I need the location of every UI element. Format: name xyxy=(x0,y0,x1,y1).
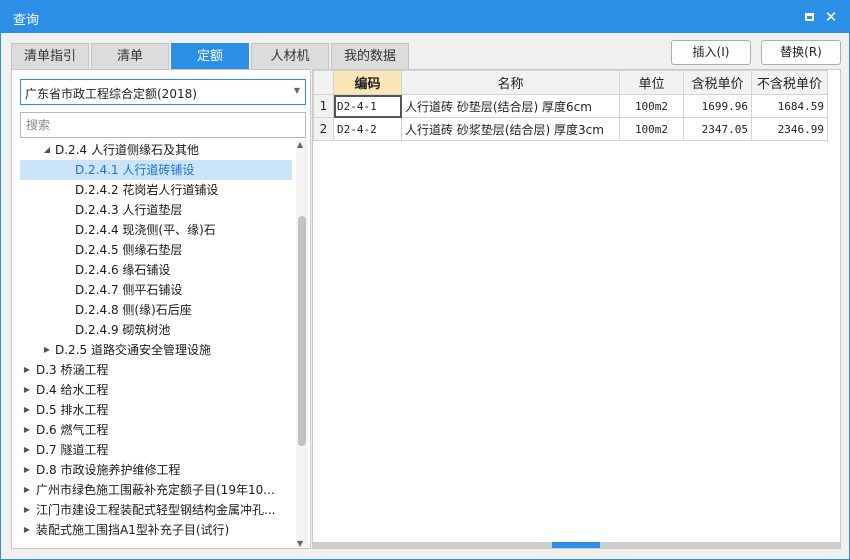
maximize-icon[interactable] xyxy=(801,9,817,25)
chevron-down-icon[interactable]: ▼ xyxy=(294,86,300,95)
tree-scrollbar[interactable]: ▲ ▼ xyxy=(296,140,308,548)
tree-node[interactable]: ▶ D.6 燃气工程 xyxy=(20,420,292,440)
code-cell[interactable]: D2-4-1 xyxy=(333,94,402,118)
quota-library-select[interactable]: 广东省市政工程综合定额(2018) ▼ xyxy=(20,79,306,105)
library-tree-panel: 广东省市政工程综合定额(2018) ▼ ◢ D.2.4 人行道侧缘石及其他 D.… xyxy=(11,69,311,549)
column-header-name[interactable]: 名称 xyxy=(401,70,620,95)
close-icon[interactable]: ✕ xyxy=(823,9,839,25)
scroll-down-icon[interactable]: ▼ xyxy=(297,539,303,548)
triangle-down-icon[interactable]: ◢ xyxy=(42,140,52,160)
tree-node[interactable]: ▶ 装配式施工围挡A1型补充子目(试行) xyxy=(20,520,292,540)
tree-node[interactable]: ◢ D.2.4 人行道侧缘石及其他 xyxy=(20,140,292,160)
row-number: 2 xyxy=(313,117,334,141)
code-cell[interactable]: D2-4-2 xyxy=(333,117,402,141)
triangle-right-icon[interactable]: ▶ xyxy=(22,380,32,400)
column-header-price-notax[interactable]: 不含税单价 xyxy=(751,70,828,95)
triangle-right-icon[interactable]: ▶ xyxy=(22,360,32,380)
replace-button[interactable]: 替换(R) xyxy=(761,40,841,65)
query-dialog: 查询 ✕ 清单指引 清单 定额 人材机 我的数据 插入(I) 替换(R) 广东省… xyxy=(0,0,850,560)
column-header-price-tax[interactable]: 含税单价 xyxy=(683,70,752,95)
tab-labor-material-machine[interactable]: 人材机 xyxy=(251,43,329,69)
tab-bill-guide[interactable]: 清单指引 xyxy=(11,43,89,69)
tab-bill[interactable]: 清单 xyxy=(91,43,169,69)
tree-node[interactable]: D.2.4.6 缘石铺设 xyxy=(20,260,292,280)
tree-node[interactable]: ▶ D.4 给水工程 xyxy=(20,380,292,400)
tree-node[interactable]: D.2.4.9 砌筑树池 xyxy=(20,320,292,340)
row-number: 1 xyxy=(313,94,334,118)
tab-quota[interactable]: 定额 xyxy=(171,43,249,69)
tree-node[interactable]: D.2.4.8 侧(缘)石后座 xyxy=(20,300,292,320)
column-header-code[interactable]: 编码 xyxy=(333,70,402,95)
column-header-unit[interactable]: 单位 xyxy=(619,70,684,95)
name-cell[interactable]: 人行道砖 砂垫层(结合层) 厚度6cm xyxy=(401,94,620,118)
triangle-right-icon[interactable]: ▶ xyxy=(22,440,32,460)
row-number-header xyxy=(313,70,334,95)
quota-table: 编码 名称 单位 含税单价 不含税单价 1 D2-4-1 人行道砖 砂垫层(结合… xyxy=(313,70,828,141)
quota-library-value: 广东省市政工程综合定额(2018) xyxy=(25,87,197,101)
triangle-right-icon[interactable]: ▶ xyxy=(22,520,32,540)
tree-node[interactable]: ▶ D.7 隧道工程 xyxy=(20,440,292,460)
tree-node[interactable]: ▶ 广州市绿色施工围蔽补充定额子目(19年10... xyxy=(20,480,292,500)
triangle-right-icon[interactable]: ▶ xyxy=(42,340,52,360)
tree-node[interactable]: D.2.4.4 现浇侧(平、缘)石 xyxy=(20,220,292,240)
title-bar[interactable]: 查询 ✕ xyxy=(1,1,849,33)
tree-node[interactable]: D.2.4.3 人行道垫层 xyxy=(20,200,292,220)
insert-button[interactable]: 插入(I) xyxy=(671,40,751,65)
tree-node[interactable]: D.2.4.5 侧缘石垫层 xyxy=(20,240,292,260)
tab-my-data[interactable]: 我的数据 xyxy=(331,43,409,69)
triangle-right-icon[interactable]: ▶ xyxy=(22,420,32,440)
tree-node[interactable]: ▶ D.8 市政设施养护维修工程 xyxy=(20,460,292,480)
table-header-row: 编码 名称 单位 含税单价 不含税单价 xyxy=(313,70,828,95)
unit-cell[interactable]: 100m2 xyxy=(619,94,684,118)
table-row[interactable]: 2 D2-4-2 人行道砖 砂浆垫层(结合层) 厚度3cm 100m2 2347… xyxy=(313,117,828,141)
unit-cell[interactable]: 100m2 xyxy=(619,117,684,141)
scrollbar-thumb[interactable] xyxy=(552,542,600,548)
grid-horizontal-scrollbar[interactable] xyxy=(313,542,840,548)
scroll-up-icon[interactable]: ▲ xyxy=(297,140,303,149)
price-tax-cell[interactable]: 1699.96 xyxy=(683,94,752,118)
tree-node[interactable]: D.2.4.2 花岗岩人行道铺设 xyxy=(20,180,292,200)
scrollbar-thumb[interactable] xyxy=(298,216,306,446)
tree-node[interactable]: ▶ 江门市建设工程装配式轻型钢结构金属冲孔... xyxy=(20,500,292,520)
name-cell[interactable]: 人行道砖 砂浆垫层(结合层) 厚度3cm xyxy=(401,117,620,141)
quota-tree: ◢ D.2.4 人行道侧缘石及其他 D.2.4.1 人行道砖铺设 D.2.4.2… xyxy=(12,140,294,548)
triangle-right-icon[interactable]: ▶ xyxy=(22,480,32,500)
tree-node[interactable]: D.2.4.7 侧平石铺设 xyxy=(20,280,292,300)
price-notax-cell[interactable]: 2346.99 xyxy=(751,117,828,141)
quota-grid-panel: 编码 名称 单位 含税单价 不含税单价 1 D2-4-1 人行道砖 砂垫层(结合… xyxy=(312,69,841,549)
tree-node[interactable]: ▶ D.3 桥涵工程 xyxy=(20,360,292,380)
price-tax-cell[interactable]: 2347.05 xyxy=(683,117,752,141)
triangle-right-icon[interactable]: ▶ xyxy=(22,460,32,480)
triangle-right-icon[interactable]: ▶ xyxy=(22,500,32,520)
tree-node[interactable]: ▶ D.2.5 道路交通安全管理设施 xyxy=(20,340,292,360)
price-notax-cell[interactable]: 1684.59 xyxy=(751,94,828,118)
tree-node-selected[interactable]: D.2.4.1 人行道砖铺设 xyxy=(20,160,292,180)
triangle-right-icon[interactable]: ▶ xyxy=(22,400,32,420)
window-title: 查询 xyxy=(13,13,40,28)
table-row[interactable]: 1 D2-4-1 人行道砖 砂垫层(结合层) 厚度6cm 100m2 1699.… xyxy=(313,94,828,118)
tree-node[interactable]: ▶ D.5 排水工程 xyxy=(20,400,292,420)
search-input[interactable] xyxy=(20,112,306,138)
